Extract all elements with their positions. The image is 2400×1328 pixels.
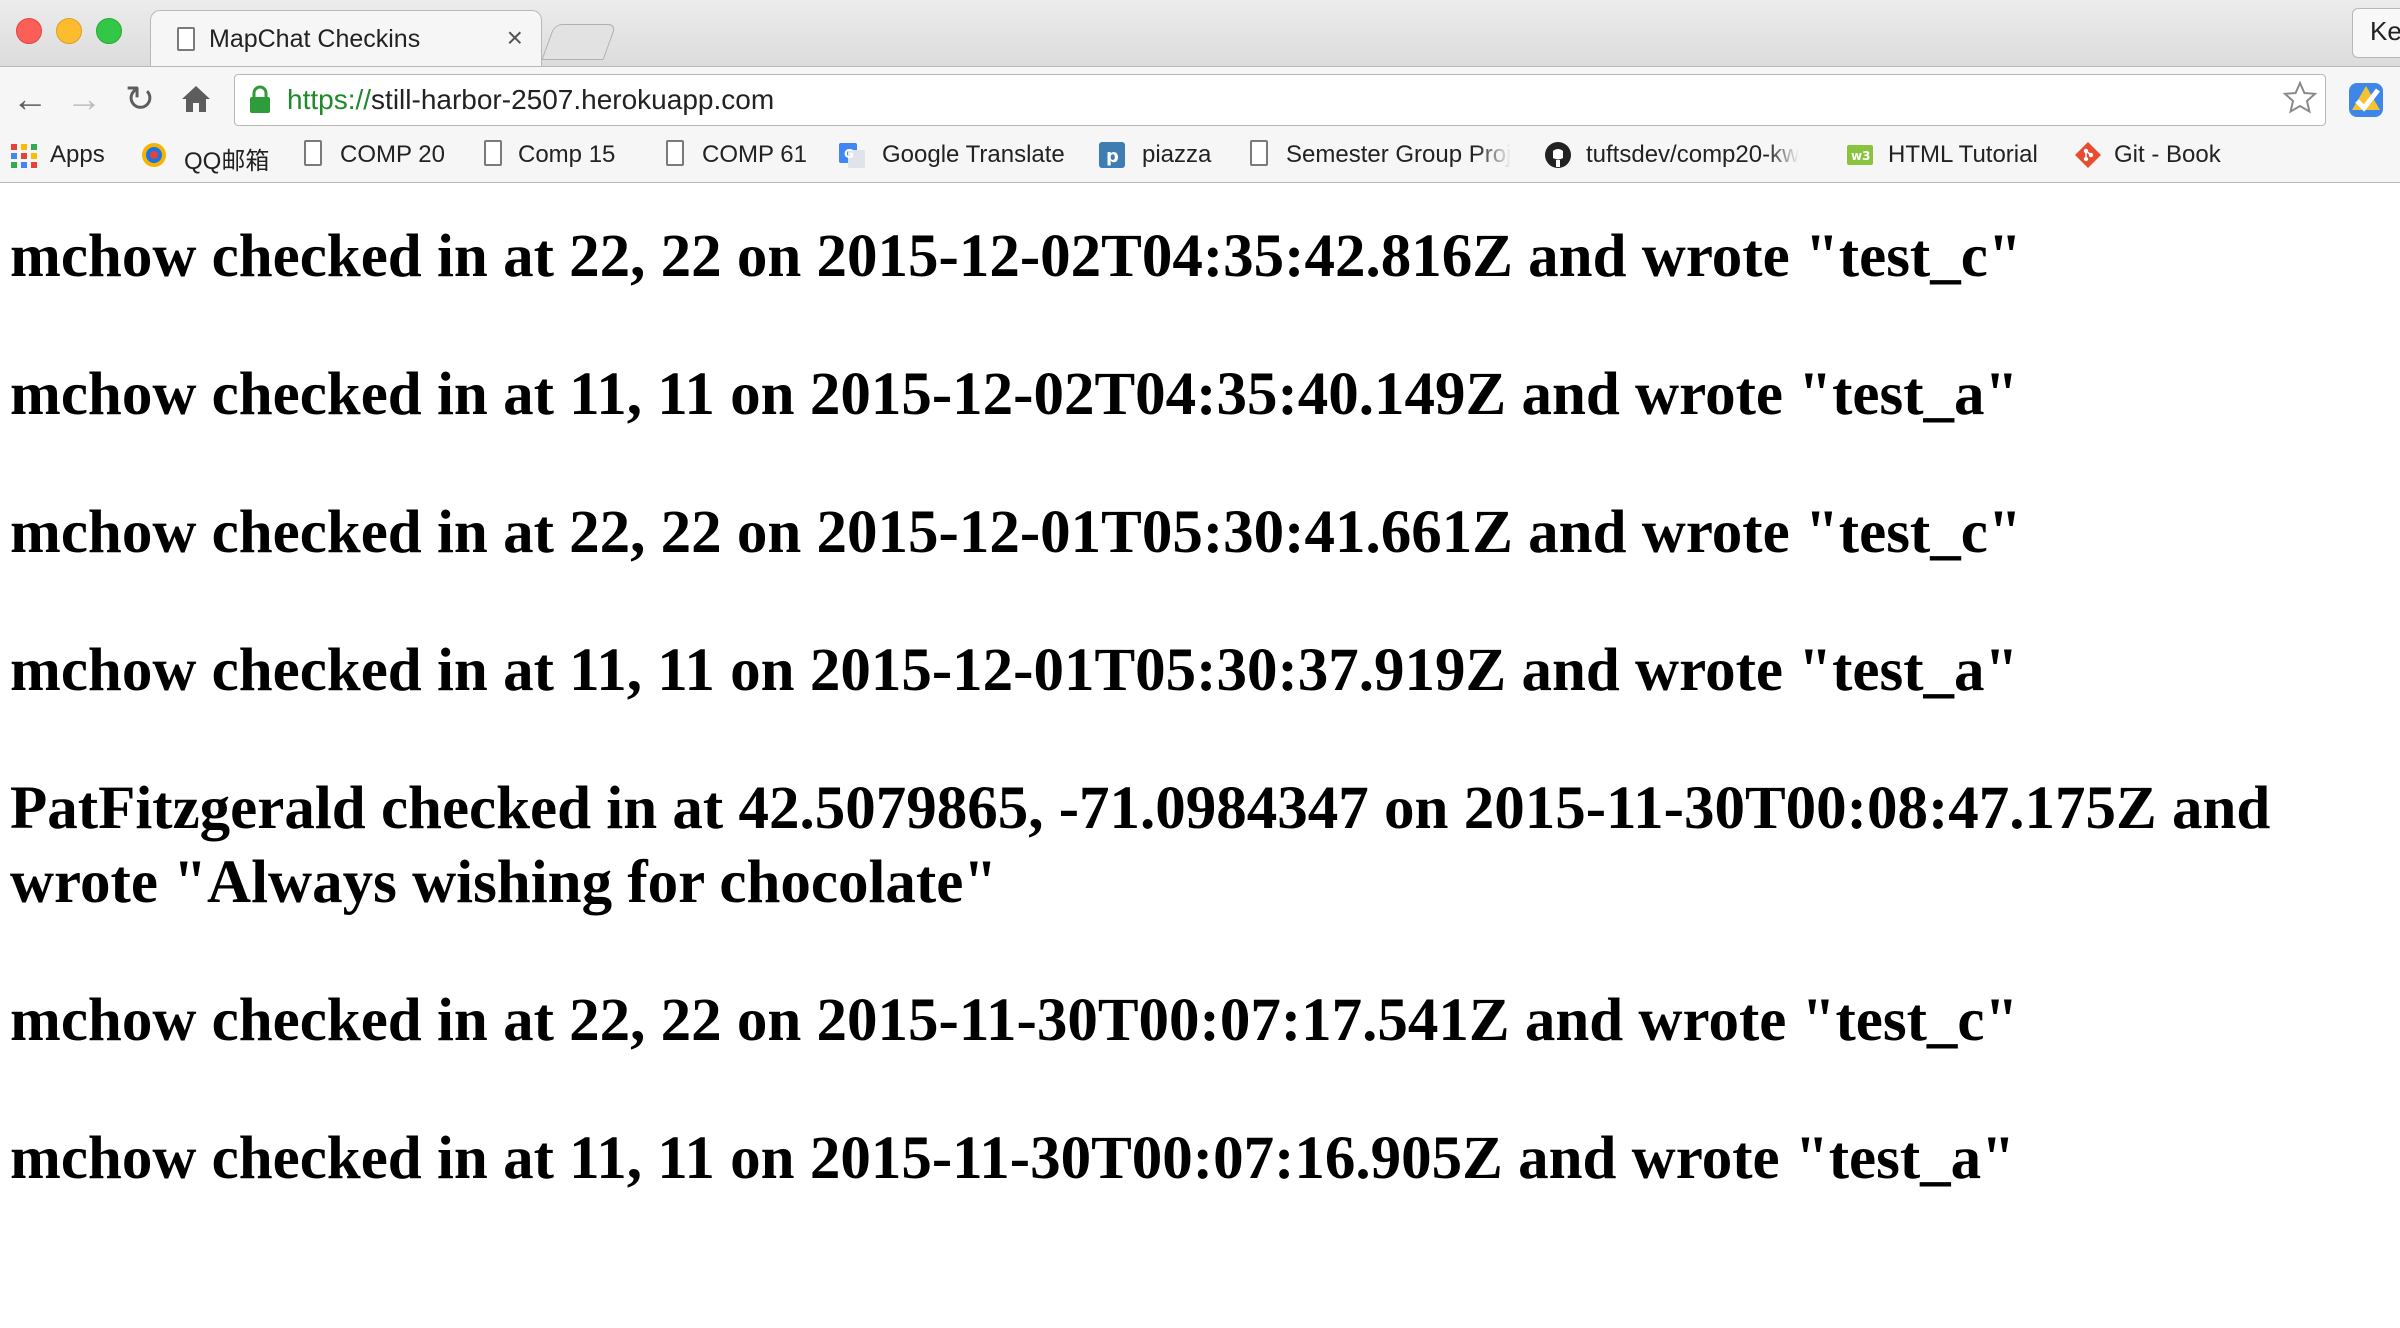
- bookmark-label: COMP 20: [340, 141, 445, 168]
- bookmark-label: piazza: [1142, 141, 1212, 168]
- checkin-entry: mchow checked in at 11, 11 on 2015-12-01…: [10, 637, 2019, 704]
- tab-title: MapChat Checkins: [209, 25, 421, 53]
- page-content: mchow checked in at 22, 22 on 2015-12-02…: [0, 183, 2400, 1328]
- page-icon: [480, 140, 508, 170]
- bookmark-semester-group-proj[interactable]: Semester Group Proj: [1246, 136, 1516, 174]
- checkin-entry: mchow checked in at 11, 11 on 2015-11-30…: [10, 1125, 2016, 1192]
- page-icon: [300, 140, 328, 170]
- bookmark-piazza[interactable]: p piazza: [1098, 136, 1218, 174]
- page-icon: [1246, 140, 1274, 170]
- tab-close-icon[interactable]: ×: [507, 23, 523, 53]
- maximize-window-button[interactable]: [96, 18, 122, 44]
- bookmark-git-book[interactable]: Git - Book: [2074, 136, 2244, 174]
- qq-mail-icon: [142, 143, 166, 167]
- google-translate-icon: G: [839, 143, 865, 168]
- forward-arrow-icon[interactable]: →: [64, 78, 104, 120]
- bookmark-label: Semester Group Proj: [1286, 141, 1512, 168]
- tab-mapchat-checkins[interactable]: MapChat Checkins ×: [150, 10, 542, 67]
- bookmark-label: Apps: [50, 141, 105, 168]
- checkin-entry: mchow checked in at 22, 22 on 2015-11-30…: [10, 987, 2019, 1054]
- bookmark-label: tuftsdev/comp20-kw: [1586, 141, 1800, 168]
- bookmark-apps[interactable]: Apps: [10, 136, 110, 174]
- checkin-entry: mchow checked in at 22, 22 on 2015-12-02…: [10, 223, 2022, 290]
- bookmark-label: Git - Book: [2114, 141, 2221, 168]
- page-icon: [662, 140, 690, 170]
- bookmark-comp-61[interactable]: COMP 61: [662, 136, 812, 174]
- bookmark-label: Comp 15: [518, 141, 616, 168]
- svg-text:G: G: [844, 147, 854, 161]
- close-window-button[interactable]: [16, 18, 42, 44]
- checkin-entry: mchow checked in at 11, 11 on 2015-12-02…: [10, 361, 2019, 428]
- piazza-icon: p: [1099, 142, 1125, 168]
- url-host: still-harbor-2507.herokuapp.com: [371, 84, 775, 115]
- url-text[interactable]: https://still-harbor-2507.herokuapp.com: [287, 84, 774, 116]
- w3schools-icon: w3: [1847, 145, 1873, 165]
- github-icon: [1545, 142, 1571, 168]
- bookmark-label: COMP 61: [702, 141, 807, 168]
- url-scheme: https://: [287, 84, 372, 115]
- bookmark-google-translate[interactable]: G Google Translate: [838, 136, 1078, 174]
- bookmark-label: Google Translate: [882, 141, 1065, 168]
- back-arrow-icon[interactable]: ←: [10, 78, 50, 120]
- bookmark-label: HTML Tutorial: [1888, 141, 2038, 168]
- profile-label: Ke: [2370, 16, 2400, 46]
- reload-icon[interactable]: ↻: [120, 78, 160, 120]
- apps-grid-icon: [11, 144, 37, 168]
- bookmark-html-tutorial[interactable]: w3 HTML Tutorial: [1846, 136, 2056, 174]
- svg-text:w3: w3: [1851, 149, 1870, 163]
- git-icon: [2075, 142, 2101, 168]
- new-tab-button[interactable]: [541, 24, 617, 60]
- bookmark-comp-20[interactable]: COMP 20: [300, 136, 450, 174]
- checkin-entry: PatFitzgerald checked in at 42.5079865, …: [10, 775, 2271, 916]
- bookmark-tuftsdev-comp20[interactable]: tuftsdev/comp20-kw: [1544, 136, 1824, 174]
- checkin-entry: mchow checked in at 22, 22 on 2015-12-01…: [10, 499, 2022, 566]
- extension-icon[interactable]: [2346, 80, 2386, 120]
- bookmark-comp-15[interactable]: Comp 15: [480, 136, 630, 174]
- home-icon[interactable]: [176, 78, 216, 120]
- svg-text:p: p: [1106, 146, 1119, 167]
- bookmark-star-icon[interactable]: [2282, 80, 2318, 116]
- lock-icon: [250, 85, 270, 113]
- bookmark-label: QQ邮箱: [184, 148, 270, 175]
- page-icon: [177, 27, 195, 51]
- bookmark-qq-mail[interactable]: QQ邮箱: [140, 136, 270, 175]
- minimize-window-button[interactable]: [56, 18, 82, 44]
